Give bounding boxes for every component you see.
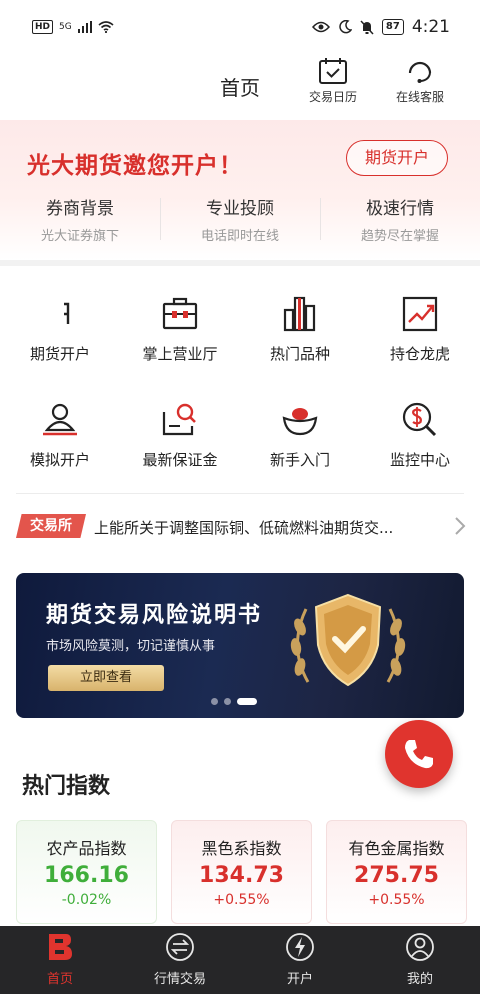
nav-label: 我的 [406,972,433,987]
feature-advisor: 专业投顾 电话即时在线 [160,194,320,244]
network-type: 5G [59,22,72,32]
online-service-label: 在线客服 [395,90,444,104]
feature-broker-background: 券商背景 光大证券旗下 [0,194,160,244]
grid-item-label: 监控中心 [389,451,450,469]
phone-icon [405,740,433,769]
feature-fast-quotes: 极速行情 趋势尽在掌握 [320,194,480,244]
dollar-search-icon [402,402,437,437]
home-b-icon [49,934,72,960]
grid-item-label: 持仓龙虎 [389,345,450,363]
battery-indicator: 87 [381,19,404,35]
grid-item-label: 掌上营业厅 [142,345,218,363]
feature-title: 券商背景 [46,199,114,219]
index-name: 黑色系指数 [201,839,282,858]
hd-indicator: HD [32,20,54,34]
exchange-icon [166,933,194,961]
top-header: 首页 交易日历 在线客服 [0,54,480,120]
grid-item-demo-account[interactable]: 模拟开户 [0,400,120,470]
call-button[interactable] [385,720,453,788]
grid-item-label: 模拟开户 [29,451,90,469]
banner-subtitle: 市场风险莫测，切记谨慎从事 [46,639,216,654]
grid-item-position-ranking[interactable]: 持仓龙虎 [360,294,480,364]
grid-item-label: 最新保证金 [142,451,218,469]
grid-item-label: 新手入门 [269,451,330,469]
chevron-right-icon [455,517,466,535]
index-change: +0.55% [213,892,270,908]
feature-title: 专业投顾 [206,199,274,219]
nav-label: 首页 [46,972,73,987]
moon-icon [339,20,352,34]
status-left: HD 5G [32,20,114,34]
banner-section: 期货交易风险说明书 市场风险莫测，切记谨慎从事 立即查看 [0,556,480,734]
calendar-icon [319,58,347,84]
index-card-nonferrous[interactable]: 有色金属指数 275.75 +0.55% [326,820,467,924]
index-value: 275.75 [354,863,439,888]
nav-label: 行情交易 [153,972,206,987]
nav-market-trade[interactable]: 行情交易 [120,932,240,987]
mute-bell-icon [360,19,374,35]
grid-item-beginner-guide[interactable]: 新手入门 [240,400,360,470]
online-service-button[interactable]: 在线客服 [385,56,455,105]
quick-entry-grid: 期货开户 掌上营业厅 热门品种 持仓龙虎 模拟开户 最新保证金 新手入门 监控中… [0,266,480,556]
news-headline: 上能所关于调整国际铜、低硫燃料油期货交... [94,519,394,537]
trade-calendar-button[interactable]: 交易日历 [298,56,368,105]
wifi-icon [98,21,114,33]
status-bar: HD 5G 87 4:21 [0,0,480,54]
doc-search-icon [162,403,196,436]
carousel-dot[interactable] [224,698,231,705]
index-card-agri[interactable]: 农产品指数 166.16 -0.02% [16,820,157,924]
carousel-indicator[interactable] [211,698,257,705]
index-name: 农产品指数 [46,839,127,858]
account-promo-section: 光大期货邀您开户！ 期货开户 券商背景 光大证券旗下 专业投顾 电话即时在线 极… [0,120,480,260]
status-time: 4:21 [411,17,450,37]
grid-item-label: 热门品种 [269,345,330,363]
feature-subtitle: 光大证券旗下 [40,229,119,244]
index-value: 134.73 [199,863,284,888]
feature-title: 极速行情 [366,199,434,219]
briefcase-icon [162,297,198,330]
ingot-icon [282,408,318,436]
bottom-navigation: 首页 行情交易 开户 我的 [0,926,480,994]
index-card-ferrous[interactable]: 黑色系指数 134.73 +0.55% [171,820,312,924]
grid-item-futures-account[interactable]: 期货开户 [0,294,120,364]
user-icon [43,403,77,436]
divider [16,493,464,494]
trend-chart-icon [402,296,438,332]
feature-subtitle: 趋势尽在掌握 [360,229,439,244]
index-change: -0.02% [61,892,112,908]
carousel-dot[interactable] [211,698,218,705]
nav-home[interactable]: 首页 [0,932,120,987]
news-tag: 交易所 [16,514,86,538]
view-now-button[interactable]: 立即查看 [48,665,164,691]
account-open-icon [64,302,70,324]
nav-open-account[interactable]: 开户 [240,932,360,987]
feature-subtitle: 电话即时在线 [200,229,279,244]
open-account-button[interactable]: 期货开户 [346,140,448,176]
nav-label: 开户 [286,972,313,987]
grid-item-monitor-center[interactable]: 监控中心 [360,400,480,470]
banner-title: 期货交易风险说明书 [46,603,263,628]
trade-calendar-label: 交易日历 [308,90,357,104]
exchange-news-ticker[interactable]: 交易所 上能所关于调整国际铜、低硫燃料油期货交... [16,512,466,540]
risk-disclosure-banner[interactable]: 期货交易风险说明书 市场风险莫测，切记谨慎从事 立即查看 [16,573,464,718]
bar-chart-icon [283,296,316,332]
status-right: 87 4:21 [311,17,450,37]
profile-icon [406,933,434,961]
nav-mine[interactable]: 我的 [360,932,480,987]
grid-item-hot-products[interactable]: 热门品种 [240,294,360,364]
grid-item-latest-margin[interactable]: 最新保证金 [120,400,240,470]
section-title: 热门指数 [22,774,111,799]
shield-check-icon [290,593,406,687]
grid-item-label: 期货开户 [29,345,90,363]
promo-headline: 光大期货邀您开户！ [27,153,243,179]
index-change: +0.55% [368,892,425,908]
eye-icon [311,21,330,33]
signal-icon [77,21,92,33]
lightning-icon [286,933,314,961]
index-name: 有色金属指数 [348,839,445,858]
carousel-dot-active[interactable] [237,698,257,705]
grid-item-mobile-hall[interactable]: 掌上营业厅 [120,294,240,364]
headset-icon [408,61,432,83]
index-value: 166.16 [44,863,129,888]
